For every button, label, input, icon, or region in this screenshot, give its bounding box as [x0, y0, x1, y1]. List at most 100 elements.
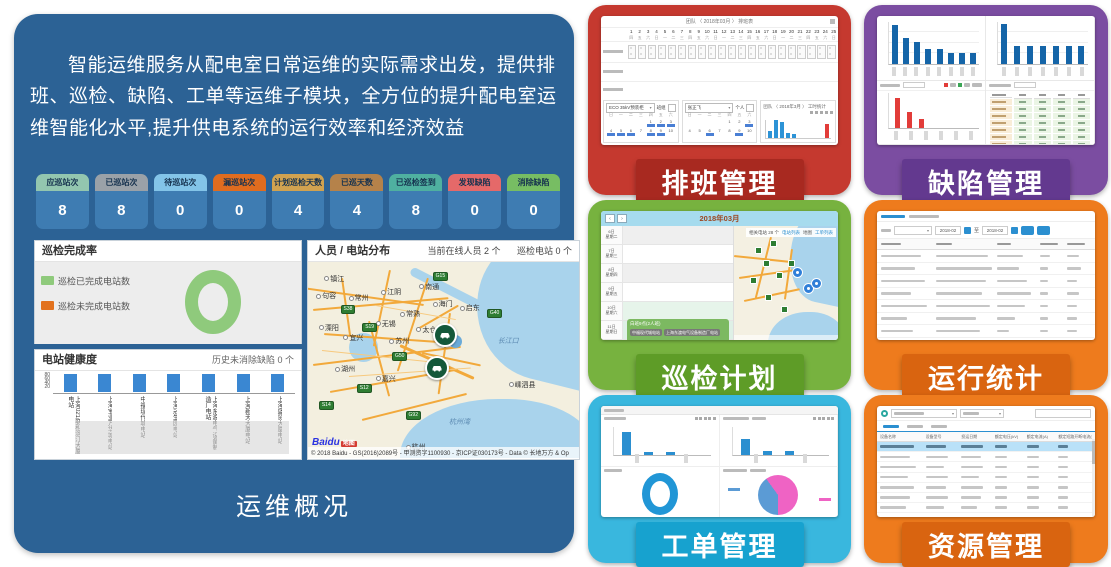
tile-schedule[interactable]: 团队 〈 2018年03月 〉 排班表 1四2五3六4日5一6二7三8四9五10…: [588, 5, 851, 195]
stat-label: 应巡站次: [36, 174, 89, 191]
calendar-day: 19一: [779, 28, 787, 41]
calendar-icon[interactable]: [668, 104, 676, 112]
export-button[interactable]: [1037, 226, 1050, 235]
tab[interactable]: [907, 425, 923, 428]
shift-bar: [657, 133, 665, 136]
refresh-icon[interactable]: [881, 410, 888, 417]
map-city-label: 江阴: [381, 287, 401, 297]
station-select[interactable]: ▾: [891, 409, 957, 418]
tab[interactable]: [931, 425, 947, 428]
schedule-screenshot: 团队 〈 2018年03月 〉 排班表 1四2五3六4日5一6二7三8四9五10…: [601, 16, 838, 145]
table-row: [877, 288, 1095, 301]
shift-bar: [745, 124, 753, 127]
calendar-day: 16五: [754, 28, 762, 41]
device-type-select[interactable]: ▾: [960, 409, 1004, 418]
breadcrumb: [877, 211, 1095, 222]
tile-defect[interactable]: 缺陷管理: [864, 5, 1108, 195]
tile-resource[interactable]: ▾ ▾ 设备名称设备型号投运日期额定电压(kV)额定电流(A)额定短路开断电流(…: [864, 395, 1108, 563]
health-bar: [64, 374, 77, 392]
tab-map[interactable]: 地图: [803, 230, 812, 236]
event-title: 白班9点(2人班): [630, 321, 726, 327]
event-station-badge: 上海东渡电气设备制造厂电站: [664, 329, 720, 336]
event-station-badge: 中福现代城电站: [630, 329, 662, 336]
scrollbar[interactable]: [1092, 439, 1095, 517]
personnel-marker[interactable]: [433, 323, 457, 347]
distribution-map-panel: 人员 / 电站分布 当前在线人员 2 个 巡检电站 0 个: [307, 240, 580, 460]
calendar-day: 21三: [796, 28, 804, 41]
table-row: [877, 493, 1095, 503]
map-city-label: 湖州: [335, 364, 355, 374]
date-to-input[interactable]: 2018-02: [982, 226, 1008, 235]
tile-label-resource: 资源管理: [902, 522, 1070, 567]
shift-bar: [647, 133, 655, 136]
map-city-label: 嵊泗县: [509, 380, 536, 390]
shift-bar: [667, 124, 675, 127]
station-select[interactable]: ▾: [894, 226, 932, 235]
tile-operation-stats[interactable]: ▾ 2018-02 至 2018-02 运行统计: [864, 200, 1108, 390]
month-select[interactable]: [1014, 82, 1036, 88]
date-cell: 6日星期二: [601, 226, 623, 244]
shift-cell: [807, 45, 815, 59]
baidu-map[interactable]: 镇江 句容 常州 江阴 南通 海门 启东 常熟 无锡 太仓 苏州 宜兴 溧阳 湖…: [308, 262, 579, 458]
inspection-event[interactable]: 白班9点(2人班) 中福现代城电站 上海东渡电气设备制造厂电站: [627, 319, 729, 340]
table-row: [877, 483, 1095, 493]
person-select[interactable]: 张正飞▾: [685, 103, 734, 113]
stat-label: 已巡天数: [330, 174, 383, 191]
date-from-input[interactable]: 2018-02: [935, 226, 961, 235]
calendar-icon[interactable]: [964, 227, 971, 234]
chart-bar: [907, 112, 912, 128]
calendar-cell: 8: [724, 128, 734, 137]
column-header: 投运日期: [961, 434, 995, 440]
stat-card: 待巡站次0: [154, 174, 207, 229]
calendar-icon[interactable]: [746, 104, 754, 112]
health-bar: [237, 374, 250, 392]
map-sea-label: 长江口: [498, 336, 519, 346]
map-sea-label: 杭州湾: [449, 417, 470, 427]
plan-schedule-list: 6日星期二7日星期三8日星期四9日星期五10日星期六11日星期日 白班9点(2人…: [601, 226, 734, 340]
map-city-label: 常州: [349, 293, 369, 303]
shift-bar: [627, 133, 635, 136]
query-button[interactable]: [1021, 226, 1034, 235]
calendar-cell: [616, 119, 626, 128]
chart-legend: [944, 83, 982, 87]
calendar-cell: 5: [695, 128, 705, 137]
search-input[interactable]: [1035, 409, 1091, 418]
shift-cell: [817, 45, 825, 59]
workorder-pie-chart: [720, 467, 839, 518]
table-row: [990, 106, 1090, 112]
stat-card: 计划巡检天数4: [272, 174, 325, 229]
chart-bar: [948, 53, 954, 64]
team-select[interactable]: ECO 35kV预装柜▾: [606, 103, 655, 113]
map-city-label: 溧阳: [319, 323, 339, 333]
chart-toolbar: [763, 111, 833, 116]
tab-active[interactable]: [883, 425, 899, 428]
datazoom-band[interactable]: [75, 421, 289, 454]
shift-cell: [708, 45, 716, 59]
calendar-cell: [626, 119, 636, 128]
completion-donut-chart: [185, 270, 241, 334]
table-row[interactable]: [877, 442, 1095, 452]
year-select[interactable]: [903, 82, 925, 88]
tile-workorder[interactable]: 工单管理: [588, 395, 851, 563]
tile-plan[interactable]: ‹ › 2018年03月 6日星期二7日星期三8日星期四9日星期五10日星期六1…: [588, 200, 851, 390]
map-city-label: 宜兴: [343, 333, 363, 343]
tab-station-list[interactable]: 电站列表: [782, 230, 800, 236]
personnel-marker[interactable]: [425, 356, 449, 380]
stat-card: 应巡站次8: [36, 174, 89, 229]
calendar-icon[interactable]: [1011, 227, 1018, 234]
shift-cell: [748, 45, 756, 59]
table-row: [877, 462, 1095, 472]
stat-value: 4: [272, 191, 325, 229]
calendar-cell: 1: [646, 119, 656, 128]
calendar-cell: [685, 119, 695, 128]
chart-bar: [892, 25, 898, 63]
plan-map[interactable]: 相关电站 28 个 电站列表 地图 工单列表: [734, 226, 838, 340]
calendar-day: 22四: [804, 28, 812, 41]
tab-workorder-list[interactable]: 工单列表: [815, 230, 833, 236]
workorder-donut-chart: [601, 467, 720, 518]
work-hours-title: 团队 〈 2018年3月 〉 工时统计: [763, 103, 833, 111]
shift-cell: [728, 45, 736, 59]
schedule-row: 7日星期三: [601, 245, 733, 264]
stat-value: 8: [95, 191, 148, 229]
shift-cell: [688, 45, 696, 59]
